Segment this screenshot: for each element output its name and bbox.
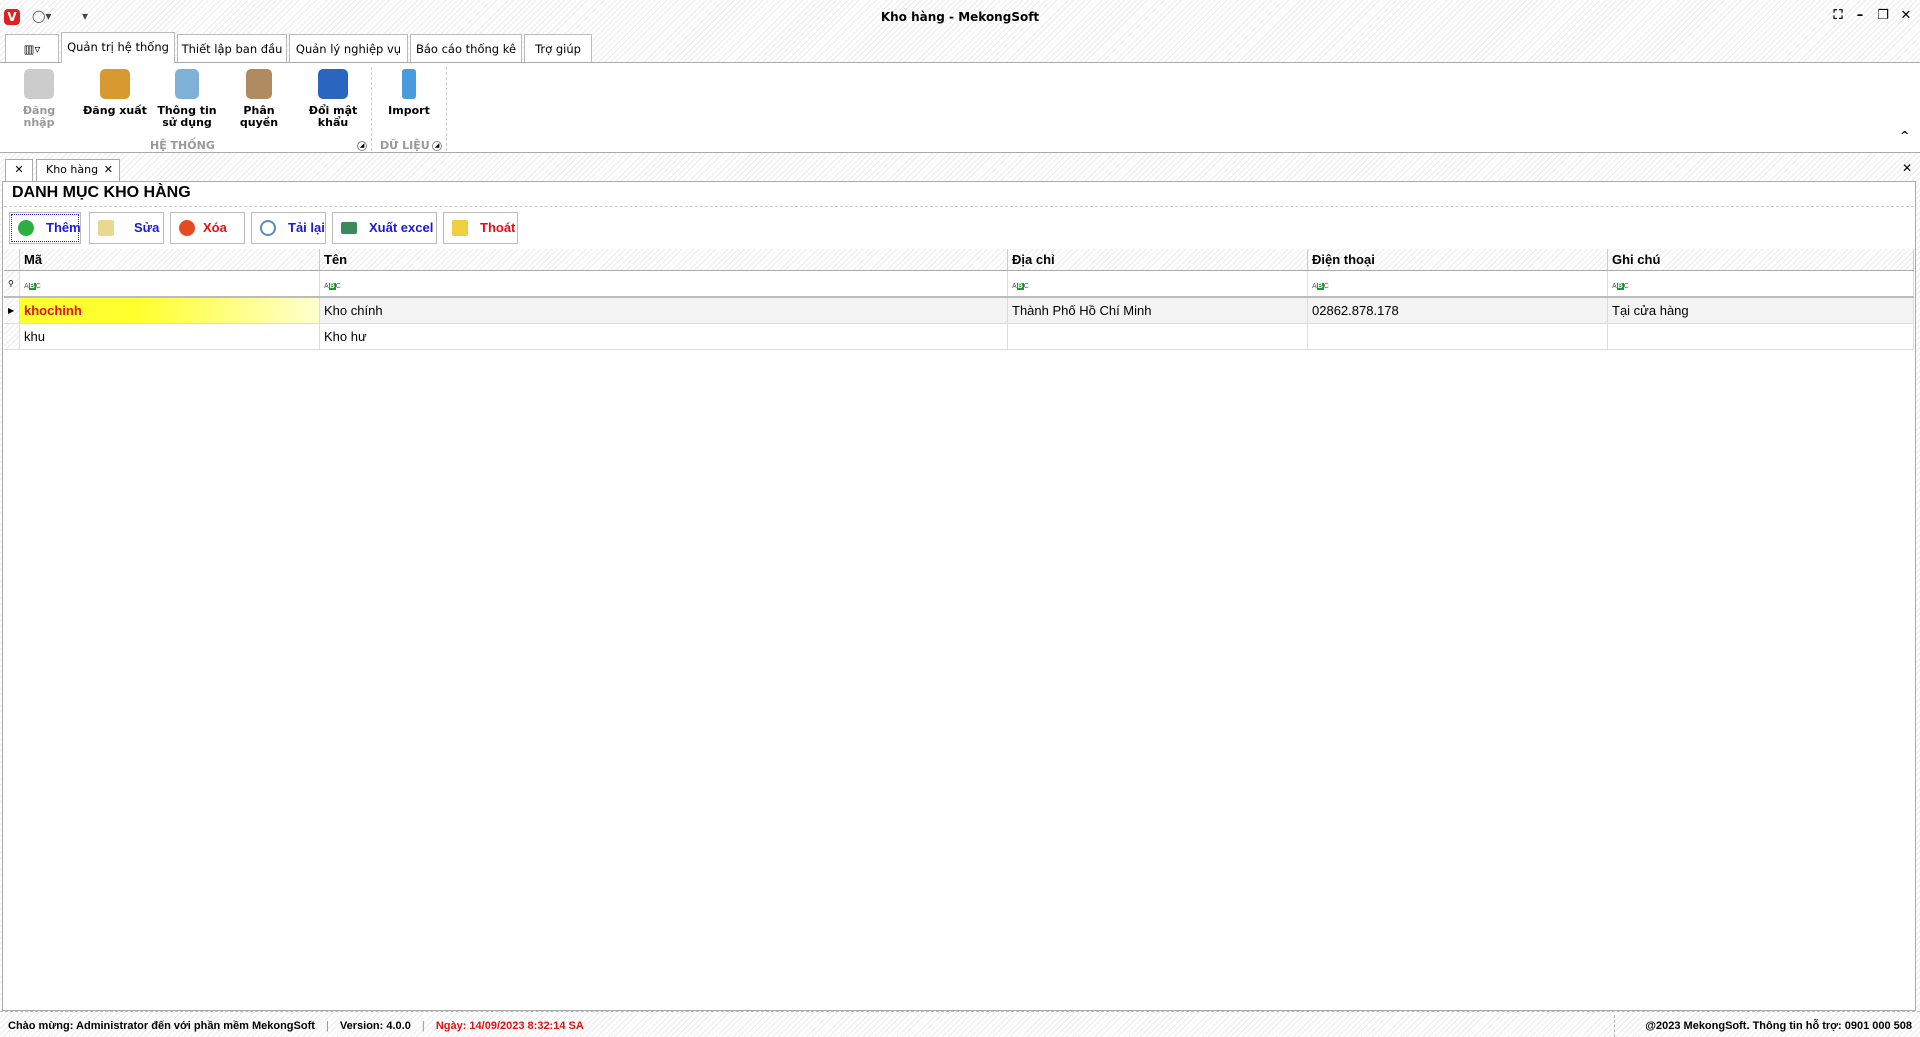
excel-icon [341,222,357,234]
status-copyright: @2023 MekongSoft. Thông tin hỗ trợ: 0901… [1645,1020,1912,1032]
close-document-icon[interactable]: ✕ [1902,161,1912,175]
table-row[interactable]: khu Kho hư [4,324,1914,350]
logout-lock-icon [100,69,130,99]
tab-quan-ly-nghiep-vu[interactable]: Quản lý nghiệp vụ [289,34,408,62]
filter-cell-ghi-chu[interactable]: ABC [1608,271,1914,296]
filter-cell-dia-chi[interactable]: ABC [1008,271,1308,296]
text-filter-icon: ABC [1012,283,1029,290]
group-launcher-icon[interactable]: ◢ [357,141,367,151]
add-button[interactable]: Thêm [9,212,81,244]
column-header-dien-thoai[interactable]: Điện thoại [1308,249,1608,270]
text-filter-icon: ABC [1612,283,1629,290]
logout-button[interactable]: Đăng xuất [82,69,148,117]
refresh-icon [260,220,276,236]
minus-icon [179,220,195,236]
login-button[interactable]: Đăng nhập [6,69,72,129]
tab-quan-tri-he-thong[interactable]: Quản trị hệ thống [61,32,175,63]
group-label-du-lieu: DỮ LIỆU [380,139,430,152]
minimize-button[interactable]: – [1850,8,1870,26]
text-filter-icon: ABC [24,283,41,290]
table-row[interactable]: ▶ khochinh Kho chính Thành Phố Hồ Chí Mi… [4,298,1914,324]
change-password-button[interactable]: Đổi mật khẩu [300,69,366,129]
delete-button[interactable]: Xóa [170,212,245,244]
column-header-ma[interactable]: Mã [20,249,320,270]
change-password-icon [318,69,348,99]
filter-pin-icon: ⚲ [4,271,20,296]
tab-bao-cao-thong-ke[interactable]: Báo cáo thống kê [410,34,522,62]
app-menu-button[interactable]: ▥▿ [5,34,59,62]
grid-header: Mã Tên Địa chỉ Điện thoại Ghi chú [4,249,1914,271]
pencil-icon [98,220,114,236]
divider [4,206,1914,207]
text-filter-icon: ABC [1312,283,1329,290]
page-title: DANH MỤC KHO HÀNG [12,184,191,201]
permission-key-icon [246,69,272,99]
tab-thiet-lap-ban-dau[interactable]: Thiết lập ban đầu [177,34,287,62]
status-date: Ngày: 14/09/2023 8:32:14 SA [435,1020,584,1032]
column-header-dia-chi[interactable]: Địa chỉ [1008,249,1308,270]
edit-button[interactable]: Sửa [89,212,164,244]
text-filter-icon: ABC [324,283,341,290]
status-welcome: Chào mừng: Administrator đến với phần mề… [8,1020,584,1032]
import-button[interactable]: Import [376,69,442,117]
divider [1614,1015,1615,1037]
exit-folder-icon [452,220,468,236]
close-button[interactable]: ✕ [1896,8,1916,26]
close-all-tabs-icon[interactable]: ✕ [5,159,33,181]
column-header-ten[interactable]: Tên [320,249,1008,270]
close-tab-icon[interactable]: ✕ [104,160,113,180]
exit-button[interactable]: Thoát [443,212,518,244]
database-icon [402,69,416,99]
group-separator [446,67,447,151]
permission-button[interactable]: Phân quyền [224,69,294,129]
collapse-ribbon-icon[interactable]: ^ [1900,129,1909,142]
ribbon-panel: Đăng nhập Đăng xuất Thông tin sử dụng Ph… [0,62,1920,153]
row-indicator-icon: ▶ [4,298,20,323]
plus-icon [18,220,34,236]
fullscreen-icon[interactable]: ⛶ [1828,8,1848,26]
doc-tab-kho-hang[interactable]: Kho hàng ✕ [36,159,120,181]
filter-row: ⚲ ABC ABC ABC ABC ABC [4,271,1914,298]
filter-cell-ma[interactable]: ABC [20,271,320,296]
reload-button[interactable]: Tải lại [251,212,326,244]
column-header-ghi-chu[interactable]: Ghi chú [1608,249,1914,270]
group-separator [371,67,372,151]
filter-cell-ten[interactable]: ABC [320,271,1008,296]
window-title: Kho hàng - MekongSoft [880,10,1040,24]
export-excel-button[interactable]: Xuất excel [332,212,437,244]
user-info-icon [175,69,199,99]
tab-tro-giup[interactable]: Trợ giúp [524,34,592,62]
group-label-he-thong: HỆ THỐNG [150,139,215,152]
restore-button[interactable]: ❐ [1873,8,1893,26]
group-launcher-icon[interactable]: ◢ [432,141,442,151]
filter-cell-dien-thoai[interactable]: ABC [1308,271,1608,296]
user-info-button[interactable]: Thông tin sử dụng [154,69,220,129]
lock-icon [24,69,54,99]
